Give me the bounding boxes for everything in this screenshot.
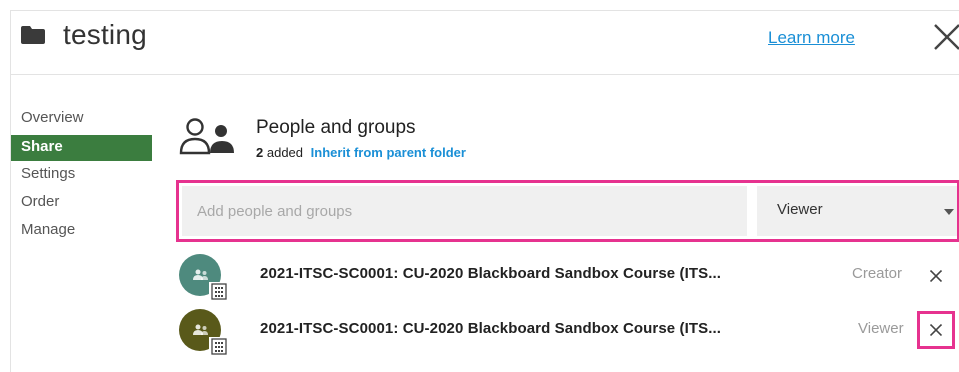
- inherit-from-parent-link[interactable]: Inherit from parent folder: [311, 145, 466, 160]
- sidebar-nav: Overview Share Settings Order Manage: [11, 107, 152, 247]
- building-icon: [209, 282, 229, 300]
- folder-icon: [21, 26, 45, 44]
- member-name: 2021-ITSC-SC0001: CU-2020 Blackboard San…: [260, 265, 722, 282]
- sidebar-item-overview[interactable]: Overview: [11, 107, 152, 135]
- dialog-header: testing Learn more: [11, 11, 959, 75]
- role-dropdown-value: Viewer: [777, 201, 823, 218]
- share-dialog: testing Learn more Overview Share Settin…: [10, 10, 959, 372]
- added-summary: 2 added Inherit from parent folder: [256, 145, 466, 160]
- group-glyph-icon: [193, 324, 208, 335]
- added-count: 2: [256, 145, 264, 160]
- member-name: 2021-ITSC-SC0001: CU-2020 Blackboard San…: [260, 320, 722, 337]
- close-icon: [930, 270, 942, 282]
- close-icon: [930, 324, 942, 336]
- section-title: People and groups: [256, 117, 416, 138]
- group-glyph-icon: [193, 269, 208, 280]
- folder-title: testing: [63, 19, 147, 50]
- add-people-input[interactable]: [182, 186, 747, 236]
- member-role: Creator: [852, 265, 903, 282]
- add-people-box: Viewer: [176, 180, 959, 242]
- sidebar-item-settings[interactable]: Settings: [11, 163, 152, 191]
- close-icon[interactable]: [933, 21, 959, 51]
- learn-more-link[interactable]: Learn more: [768, 28, 855, 48]
- member-role: Viewer: [858, 320, 904, 337]
- remove-member-button[interactable]: [922, 262, 950, 290]
- role-dropdown[interactable]: Viewer: [757, 186, 957, 236]
- sidebar-item-share[interactable]: Share: [11, 135, 152, 161]
- chevron-down-icon: [944, 209, 954, 215]
- member-row: 2021-ITSC-SC0001: CU-2020 Blackboard San…: [176, 309, 959, 357]
- added-text: added: [266, 145, 304, 160]
- building-icon: [209, 337, 229, 355]
- sidebar-item-order[interactable]: Order: [11, 191, 152, 219]
- people-groups-icon: [179, 118, 234, 155]
- sidebar-item-manage[interactable]: Manage: [11, 219, 152, 247]
- remove-member-button[interactable]: [917, 311, 955, 349]
- member-row: 2021-ITSC-SC0001: CU-2020 Blackboard San…: [176, 254, 959, 302]
